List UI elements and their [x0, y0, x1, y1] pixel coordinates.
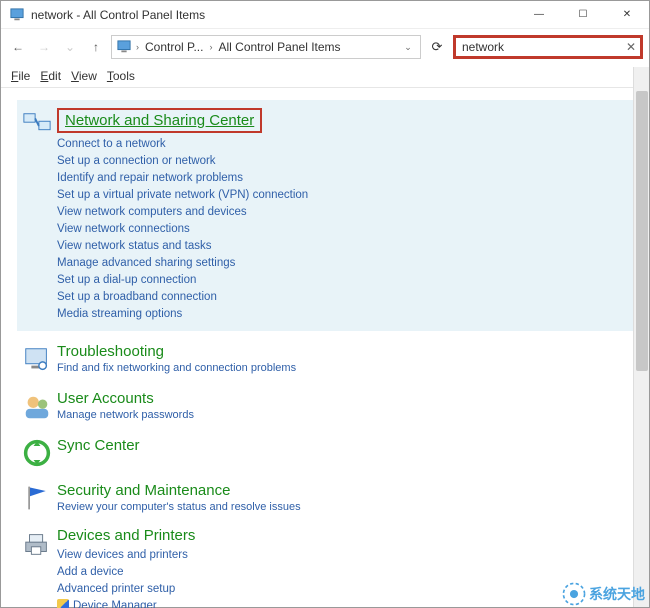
menu-edit[interactable]: Edit: [40, 69, 61, 83]
search-input[interactable]: [460, 39, 626, 55]
link-adv-sharing[interactable]: Manage advanced sharing settings: [57, 255, 629, 272]
section-title-security[interactable]: Security and Maintenance: [57, 482, 230, 499]
link-view-status[interactable]: View network status and tasks: [57, 238, 629, 255]
breadcrumb-sep-icon[interactable]: ›: [207, 42, 214, 52]
section-title-troubleshooting[interactable]: Troubleshooting: [57, 343, 164, 360]
search-box[interactable]: ✕: [453, 35, 643, 59]
link-broadband[interactable]: Set up a broadband connection: [57, 289, 629, 306]
breadcrumb-item-all-items[interactable]: All Control Panel Items: [216, 40, 342, 54]
link-adv-printer-setup[interactable]: Advanced printer setup: [57, 581, 629, 598]
security-flag-icon: [23, 484, 51, 515]
refresh-button[interactable]: ⟳: [425, 35, 449, 59]
link-identify-repair[interactable]: Identify and repair network problems: [57, 170, 629, 187]
minimize-button[interactable]: —: [517, 1, 561, 29]
link-dialup[interactable]: Set up a dial-up connection: [57, 272, 629, 289]
link-find-fix[interactable]: Find and fix networking and connection p…: [57, 362, 629, 374]
vertical-scrollbar[interactable]: [633, 67, 649, 607]
nav-up-button[interactable]: ↑: [85, 36, 107, 58]
link-add-device[interactable]: Add a device: [57, 564, 629, 581]
section-user-accounts: User Accounts Manage network passwords: [17, 390, 649, 425]
breadcrumb-item-control-panel[interactable]: Control P...: [143, 40, 205, 54]
control-panel-small-icon: [116, 39, 132, 55]
scrollbar-thumb[interactable]: [636, 91, 648, 371]
link-media-streaming[interactable]: Media streaming options: [57, 306, 629, 323]
network-icon: [22, 110, 52, 143]
link-view-connections[interactable]: View network connections: [57, 221, 629, 238]
link-manage-passwords[interactable]: Manage network passwords: [57, 409, 629, 421]
link-setup-connection[interactable]: Set up a connection or network: [57, 153, 629, 170]
section-devices: Devices and Printers View devices and pr…: [17, 527, 649, 608]
menu-tools[interactable]: Tools: [107, 69, 135, 83]
section-network: Network and Sharing Center Connect to a …: [17, 100, 649, 331]
devices-printers-icon: [22, 529, 52, 562]
window-title: network - All Control Panel Items: [31, 8, 517, 22]
address-dropdown-button[interactable]: ⌄: [400, 42, 416, 53]
link-view-devices[interactable]: View devices and printers: [57, 547, 629, 564]
user-accounts-icon: [22, 392, 52, 425]
content-area: Network and Sharing Center Connect to a …: [1, 88, 649, 608]
link-device-manager[interactable]: Device Manager: [57, 598, 629, 608]
section-title-sync[interactable]: Sync Center: [57, 437, 140, 454]
section-title-network[interactable]: Network and Sharing Center: [57, 108, 262, 133]
control-panel-icon: [9, 7, 25, 23]
address-bar[interactable]: › Control P... › All Control Panel Items…: [111, 35, 421, 59]
nav-forward-button[interactable]: →: [33, 36, 55, 58]
nav-recent-button[interactable]: ⌄: [59, 36, 81, 58]
link-setup-vpn[interactable]: Set up a virtual private network (VPN) c…: [57, 187, 629, 204]
section-sync-center: Sync Center: [17, 437, 649, 470]
nav-back-button[interactable]: ←: [7, 36, 29, 58]
sync-icon: [23, 439, 51, 470]
maximize-button[interactable]: ☐: [561, 1, 605, 29]
troubleshooting-icon: [22, 345, 52, 378]
menu-view[interactable]: View: [71, 69, 97, 83]
link-view-computers[interactable]: View network computers and devices: [57, 204, 629, 221]
menu-file[interactable]: File: [11, 69, 30, 83]
breadcrumb-sep-icon[interactable]: ›: [134, 42, 141, 52]
section-troubleshooting: Troubleshooting Find and fix networking …: [17, 343, 649, 378]
section-security: Security and Maintenance Review your com…: [17, 482, 649, 515]
link-review-status[interactable]: Review your computer's status and resolv…: [57, 501, 629, 513]
section-title-user-accounts[interactable]: User Accounts: [57, 390, 154, 407]
menu-bar: File Edit View Tools: [1, 65, 649, 88]
link-connect-network[interactable]: Connect to a network: [57, 136, 629, 153]
close-button[interactable]: ✕: [605, 1, 649, 29]
search-clear-button[interactable]: ✕: [626, 40, 636, 54]
section-title-devices[interactable]: Devices and Printers: [57, 527, 195, 544]
